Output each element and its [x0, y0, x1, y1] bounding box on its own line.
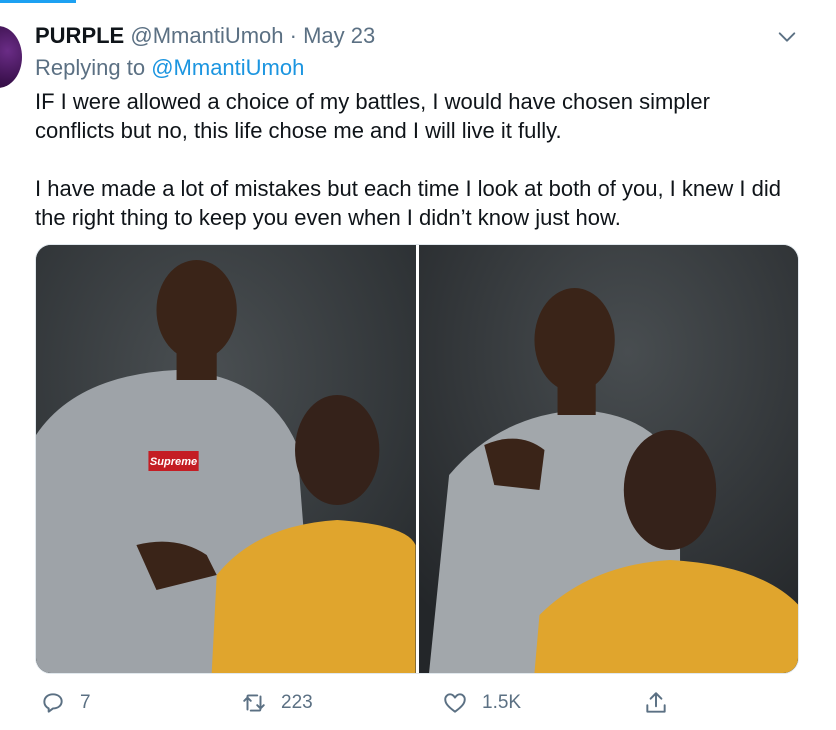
like-button[interactable]: 1.5K	[442, 690, 521, 716]
tweet-actions: 7 223 1.5K	[0, 690, 836, 720]
photo-right[interactable]	[418, 245, 798, 673]
author-handle[interactable]: @MmantiUmoh	[130, 23, 283, 48]
retweet-icon	[243, 694, 265, 712]
replying-to-label: Replying to	[35, 55, 146, 80]
retweet-button[interactable]: 223	[241, 690, 313, 716]
tweet-header: PURPLE @MmantiUmoh · May 23	[35, 22, 375, 50]
supreme-logo: Supreme	[150, 456, 197, 468]
tab-indicator	[0, 0, 76, 3]
author-name[interactable]: PURPLE	[35, 23, 124, 48]
like-icon	[444, 693, 466, 713]
chevron-down-icon[interactable]	[776, 26, 798, 48]
replying-to: Replying to @MmantiUmoh	[35, 54, 304, 82]
share-icon	[646, 692, 666, 713]
reply-count: 7	[80, 692, 91, 713]
like-count: 1.5K	[482, 692, 522, 713]
retweet-count: 223	[281, 692, 313, 713]
photo-left[interactable]: Supreme	[36, 245, 416, 673]
tweet-media: Supreme	[35, 244, 799, 674]
avatar[interactable]	[0, 26, 22, 88]
reply-button[interactable]: 7	[40, 690, 91, 716]
replying-to-handle[interactable]: @MmantiUmoh	[151, 55, 304, 80]
share-button[interactable]	[643, 690, 669, 716]
tweet-text: IF I were allowed a choice of my battles…	[35, 89, 781, 230]
tweet-date[interactable]: May 23	[303, 23, 375, 48]
reply-icon	[43, 693, 63, 713]
separator: ·	[289, 23, 297, 48]
